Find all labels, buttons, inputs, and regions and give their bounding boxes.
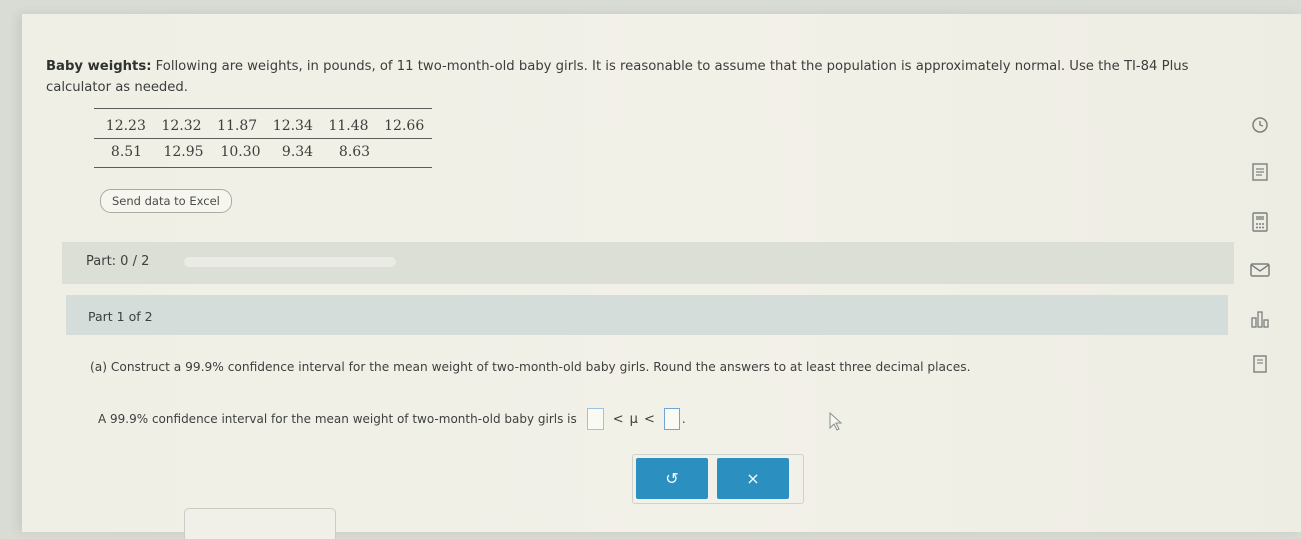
lower-bound-input[interactable] bbox=[586, 408, 604, 430]
data-cell: 11.48 bbox=[328, 117, 369, 134]
answer-prefix: A 99.9% confidence interval for the mean… bbox=[98, 412, 577, 426]
list-icon[interactable] bbox=[1248, 160, 1272, 184]
data-cell: 8.51 bbox=[110, 143, 143, 160]
answer-line: A 99.9% confidence interval for the mean… bbox=[98, 408, 686, 430]
data-row-1: 12.23 12.32 11.87 12.34 11.48 12.66 bbox=[94, 113, 432, 139]
part-label: Part 1 of 2 bbox=[88, 309, 153, 324]
answer-suffix: . bbox=[681, 412, 686, 426]
data-cell: 11.87 bbox=[217, 117, 258, 134]
data-table: 12.23 12.32 11.87 12.34 11.48 12.66 8.51… bbox=[94, 108, 432, 168]
progress-track bbox=[184, 257, 396, 267]
book-icon[interactable] bbox=[1248, 352, 1272, 376]
bottom-tab[interactable] bbox=[184, 508, 336, 539]
chart-icon[interactable] bbox=[1248, 307, 1272, 331]
data-cell: 12.34 bbox=[272, 117, 313, 134]
clock-icon[interactable] bbox=[1248, 113, 1272, 137]
part-header: Part 1 of 2 bbox=[66, 295, 1228, 335]
mu-symbol: μ bbox=[629, 411, 638, 427]
calculator-icon[interactable] bbox=[1248, 210, 1272, 234]
data-cell: 9.34 bbox=[281, 143, 314, 160]
undo-button[interactable]: ↺ bbox=[636, 458, 708, 499]
instruction-text: (a) Construct a 99.9% confidence interva… bbox=[90, 360, 971, 374]
question-title: Baby weights: bbox=[46, 59, 152, 74]
upper-bound-input[interactable] bbox=[663, 408, 680, 430]
answer-button-group: ↺ × bbox=[632, 454, 804, 504]
question-text: Baby weights: Following are weights, in … bbox=[46, 56, 1246, 98]
data-cell: 12.23 bbox=[105, 117, 146, 134]
less-than-symbol: < bbox=[643, 411, 655, 427]
clear-button[interactable]: × bbox=[717, 458, 789, 499]
data-cell: 10.30 bbox=[220, 143, 261, 160]
part-progress-bar: Part: 0 / 2 bbox=[62, 242, 1234, 284]
data-cell: 8.63 bbox=[338, 143, 371, 160]
send-to-excel-button[interactable]: Send data to Excel bbox=[100, 189, 232, 213]
data-cell: 12.95 bbox=[163, 143, 204, 160]
data-cell: 12.66 bbox=[384, 117, 425, 134]
question-body: Following are weights, in pounds, of 11 … bbox=[46, 59, 1189, 95]
data-cell: 12.32 bbox=[161, 117, 202, 134]
mouse-cursor-icon bbox=[829, 412, 843, 431]
question-page: Baby weights: Following are weights, in … bbox=[22, 14, 1301, 539]
part-counter: Part: 0 / 2 bbox=[86, 254, 150, 269]
less-than-symbol: < bbox=[612, 411, 624, 427]
mail-icon[interactable] bbox=[1248, 258, 1272, 282]
data-row-2: 8.51 12.95 10.30 9.34 8.63 bbox=[94, 139, 432, 164]
